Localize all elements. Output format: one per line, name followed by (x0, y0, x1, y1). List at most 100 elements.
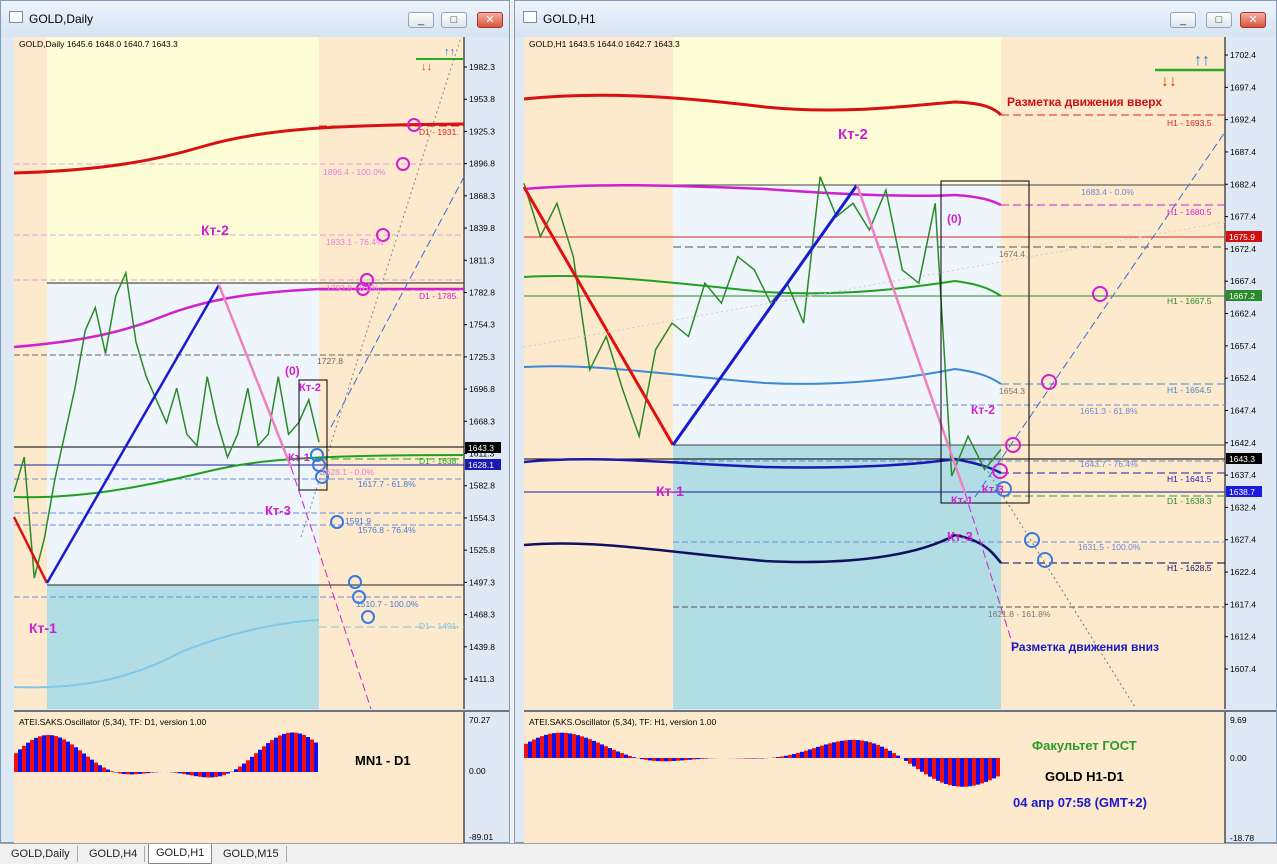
close-button[interactable]: ✕ (1240, 12, 1266, 28)
daily-price-axis: 1982.31953.81925.31896.81868.31839.81811… (464, 62, 495, 684)
fib-1896-label: 1896.4 - 100.0% (323, 167, 386, 177)
h1-1680-label: H1 - 1680.5 (1167, 207, 1212, 217)
h1-osc-bar (704, 758, 708, 759)
h1-1693-label: H1 - 1693.5 (1167, 118, 1212, 128)
h1-green-price: 1667.2 (1229, 291, 1255, 301)
h1-osc-bar (676, 758, 680, 761)
daily-osc-bar (102, 768, 106, 772)
h1-osc-bar (652, 758, 656, 761)
h1-osc-bar (796, 753, 800, 758)
daily-osc-bar (14, 753, 18, 772)
h1-osc-bar (904, 758, 908, 761)
h1-window-title: GOLD,H1 (543, 12, 596, 26)
h1-osc-bar (964, 758, 968, 787)
h1-price-tick-label: 1647.4 (1230, 405, 1256, 415)
h1-osc-title: ATEI.SAKS.Oscillator (5,34), TF: H1, ver… (529, 717, 716, 727)
daily-price-tick-label: 1468.3 (469, 610, 495, 620)
h1-osc-bar (808, 749, 812, 758)
daily-price-tick-label: 1953.8 (469, 94, 495, 104)
daily-osc-bar (222, 772, 226, 775)
fib-1654-label: 1654.3 (999, 386, 1025, 396)
down-arrow-icon: ↓↓ (1161, 73, 1177, 90)
h1-osc-bar (572, 734, 576, 758)
kt2-small-label: Кт-2 (299, 382, 321, 394)
h1-osc-bar (944, 758, 948, 784)
h1-osc-bar (640, 758, 644, 759)
close-button[interactable]: ✕ (477, 12, 503, 28)
h1-osc-bar (568, 733, 572, 758)
daily-price-tick-label: 1439.8 (469, 642, 495, 652)
daily-osc-bar (74, 747, 78, 772)
h1-osc-bar (976, 758, 980, 785)
h1-price-tick-label: 1637.4 (1230, 470, 1256, 480)
kt2-label: Кт-2 (838, 126, 868, 143)
restore-button[interactable]: □ (1206, 12, 1232, 28)
kt3-big-label: Кт-3 (947, 529, 973, 544)
daily-osc-bar (250, 757, 254, 772)
h1-osc-bar (844, 740, 848, 758)
daily-price-tick-label: 1868.3 (469, 191, 495, 201)
daily-osc-bar (70, 744, 74, 772)
daily-price-tick-label: 1668.3 (469, 416, 495, 426)
daily-osc-bar (306, 737, 310, 772)
daily-chart-canvas[interactable]: ↑↑ ↓↓ GOLD,Daily 1645.6 1648.0 1640.7 16… (1, 37, 509, 843)
daily-osc-bar (174, 772, 178, 773)
time-caption: 04 апр 07:58 (GMT+2) (1013, 795, 1147, 810)
minimize-button[interactable]: _ (408, 12, 434, 28)
h1-osc-bar (952, 758, 956, 786)
h1-osc-zero: 0.00 (1230, 753, 1247, 763)
h1-osc-max: 9.69 (1230, 715, 1247, 725)
tab-gold-daily[interactable]: GOLD,Daily (4, 846, 78, 862)
daily-osc-bar (202, 772, 206, 777)
h1-osc-bar (584, 738, 588, 758)
daily-window-titlebar[interactable]: GOLD,Daily _ □ ✕ (1, 1, 509, 37)
h1-chart-canvas[interactable]: ↑↑ ↓↓ GOLD,H1 1643.5 1644.0 1642.7 1643.… (515, 37, 1276, 843)
daily-price-tick-label: 1725.3 (469, 352, 495, 362)
daily-osc-bar (190, 772, 194, 775)
h1-osc-bar (848, 740, 852, 758)
daily-price-tick-label: 1925.3 (469, 126, 495, 136)
daily-osc-bar (270, 740, 274, 772)
tab-gold-h1[interactable]: GOLD,H1 (148, 844, 212, 864)
h1-osc-bar (604, 746, 608, 758)
h1-red-price: 1675.9 (1229, 232, 1255, 242)
h1-osc-bar (800, 752, 804, 758)
daily-osc-bar (126, 772, 130, 774)
daily-price-tick-label: 1582.8 (469, 481, 495, 491)
h1-window-titlebar[interactable]: GOLD,H1 _ □ ✕ (515, 1, 1276, 37)
daily-osc-bar (122, 772, 126, 774)
h1-osc-bar (960, 758, 964, 787)
daily-osc-min: -89.01 (469, 832, 493, 842)
h1-osc-bar (820, 746, 824, 758)
restore-button[interactable]: □ (441, 12, 467, 28)
fib-1727-label: 1727.8 (317, 356, 343, 366)
h1-osc-bar (860, 741, 864, 758)
daily-info: GOLD,Daily 1645.6 1648.0 1640.7 1643.3 (19, 39, 178, 49)
daily-osc-bar (78, 750, 82, 772)
down-movement-text: Разметка движения вниз (1011, 640, 1159, 654)
kt2-small-label: Кт-2 (971, 403, 995, 417)
kt1-label: Кт-1 (656, 483, 684, 499)
daily-osc-bar (94, 763, 98, 772)
daily-chart-window[interactable]: GOLD,Daily _ □ ✕ (0, 0, 510, 843)
daily-price-tick-label: 1782.8 (469, 287, 495, 297)
minimize-button[interactable]: _ (1170, 12, 1196, 28)
h1-osc-bar (696, 758, 700, 759)
h1-chart-window[interactable]: GOLD,H1 _ □ ✕ (514, 0, 1277, 843)
h1-osc-bar (556, 733, 560, 758)
h1-1641-label: H1 - 1641.5 (1167, 474, 1212, 484)
h1-osc-bar (780, 756, 784, 758)
daily-osc-bar (42, 735, 46, 772)
fib-1510-label: 1510.7 - 100.0% (356, 599, 419, 609)
h1-osc-bar (896, 756, 900, 758)
h1-osc-bar (688, 758, 692, 760)
daily-osc-bar (278, 735, 282, 772)
h1-osc-bar (668, 758, 672, 761)
daily-osc-bar (22, 746, 26, 772)
daily-osc-bar (290, 732, 294, 772)
tab-gold-h4[interactable]: GOLD,H4 (82, 846, 145, 862)
daily-osc-bar (182, 772, 186, 774)
h1-price-tick-label: 1687.4 (1230, 147, 1256, 157)
h1-osc-bar (580, 736, 584, 758)
tab-gold-m15[interactable]: GOLD,M15 (216, 846, 287, 862)
